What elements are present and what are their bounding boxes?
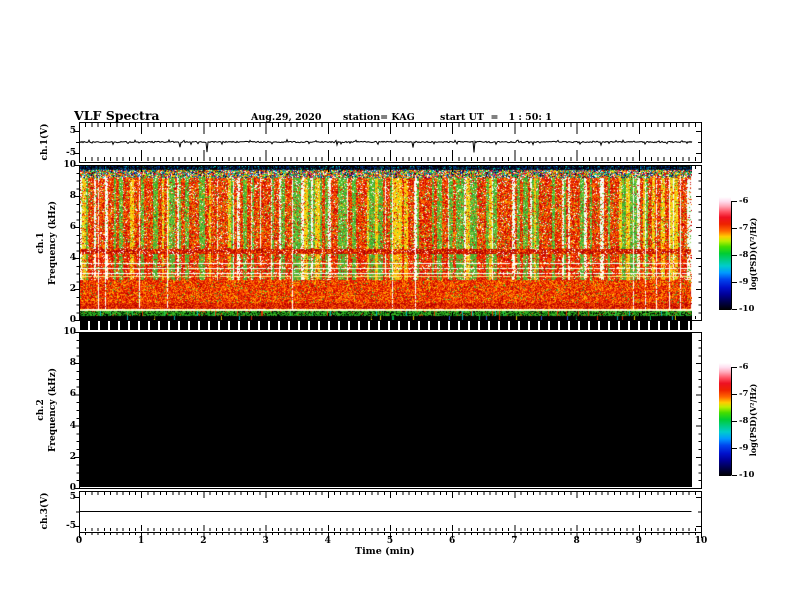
y-tick-label: 2 [69, 451, 76, 462]
ch2-spec-channel-label: ch.2 [36, 399, 46, 421]
y-tick-label: 4 [69, 253, 76, 263]
x-tick-label: 0 [75, 536, 83, 546]
x-tick-label: 4 [324, 536, 331, 546]
ch1-spectrogram-image [80, 166, 692, 320]
ch2-spec-frequency-label: Frequency (kHz) [48, 367, 58, 453]
colorbar-tick-label: -10 [739, 470, 755, 480]
y-tick-label: 4 [69, 420, 76, 431]
colorbar-tick-label: -8 [739, 416, 749, 426]
colorbar-tick-label: -9 [739, 277, 749, 287]
colorbar-tick-label: -7 [739, 223, 749, 233]
x-tick-label: 8 [573, 536, 580, 546]
y-tick-label: -5 [66, 148, 76, 158]
panel-gap-tick-band [80, 321, 692, 330]
x-tick-label: 5 [386, 536, 394, 546]
y-tick-label: -5 [66, 521, 76, 531]
colorbar-tick-label: -6 [739, 196, 749, 206]
y-tick-label: 10 [63, 327, 76, 337]
y-tick-label: 5 [69, 492, 76, 502]
ch3-voltage-panel [79, 491, 702, 533]
y-tick-label: 6 [69, 389, 76, 400]
x-tick-label: 7 [511, 536, 518, 546]
y-tick-label: 0 [69, 315, 76, 325]
x-tick-label: 6 [449, 536, 456, 546]
ch2-spectrogram-image [80, 333, 692, 487]
ch1-voltage-panel [79, 122, 702, 163]
y-tick-label: 2 [69, 284, 76, 294]
colorbar-tick-label: -10 [739, 304, 755, 314]
y-tick-label: 8 [69, 191, 76, 201]
colorbar-tick-label: -7 [739, 389, 749, 399]
x-axis-label: Time (min) [355, 546, 415, 557]
ch1-spec-channel-label: ch.1 [36, 232, 46, 254]
x-tick-label: 3 [262, 536, 269, 546]
x-tick-label: 2 [200, 536, 207, 546]
y-tick-label: 0 [69, 483, 76, 493]
vlf-spectra-figure: VLF Spectra Aug.29, 2020 station= KAG st… [0, 0, 792, 612]
y-tick-label: 8 [69, 358, 76, 369]
colorbar-tick-label: -9 [739, 443, 749, 453]
x-tick-label: 1 [138, 536, 145, 546]
y-tick-label: 6 [69, 222, 76, 232]
ch1-spec-frequency-label: Frequency (kHz) [48, 200, 58, 286]
x-tick-label: 10 [694, 536, 708, 546]
page-title: VLF Spectra [74, 108, 160, 123]
y-tick-label: 10 [63, 160, 76, 170]
ch3-voltage-axis-label: ch.3(V) [40, 492, 50, 530]
y-tick-label: 5 [69, 126, 76, 136]
x-tick-label: 9 [635, 536, 642, 546]
colorbar-tick-label: -6 [739, 362, 749, 372]
colorbar-tick-label: -8 [739, 250, 749, 260]
colorbar-ch1 [719, 197, 731, 310]
ch1-voltage-axis-label: ch.1(V) [40, 123, 50, 161]
colorbar-ch2 [719, 363, 731, 476]
